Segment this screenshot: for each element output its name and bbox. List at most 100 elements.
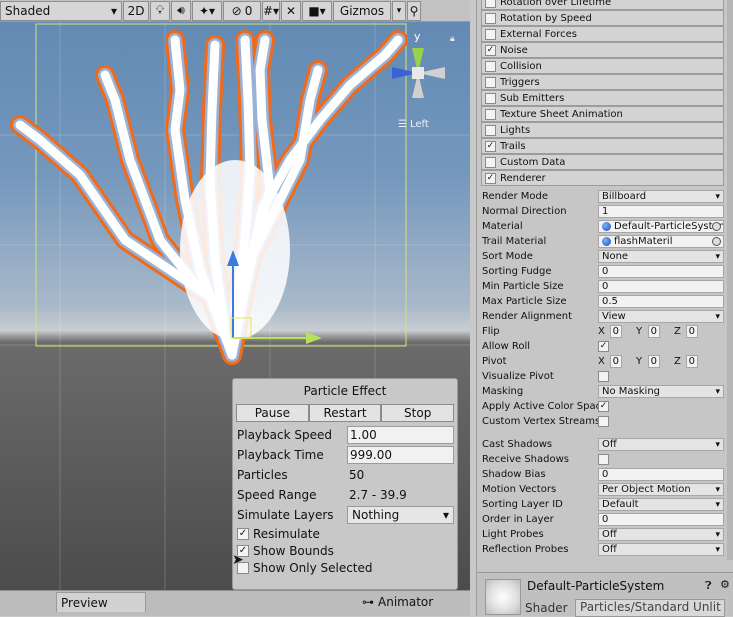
checkbox-unchecked[interactable] xyxy=(485,124,496,136)
checkbox-unchecked[interactable] xyxy=(485,60,496,72)
checkbox-unchecked[interactable] xyxy=(485,28,496,40)
custom-vertex-streams-checkbox[interactable] xyxy=(598,416,609,427)
toggle-2d-button[interactable]: 2D xyxy=(123,0,149,21)
module-label: Renderer xyxy=(500,172,546,184)
module-header[interactable]: ✓ Noise xyxy=(481,42,724,58)
reflection-probes-dropdown[interactable]: Off xyxy=(598,543,724,556)
custom-vertex-streams-label: Custom Vertex Streams xyxy=(482,416,601,427)
playback-time-input[interactable]: 999.00 xyxy=(347,446,454,464)
flip-y-input[interactable]: 0 xyxy=(648,325,660,338)
sorting-layer-id-dropdown[interactable]: Default xyxy=(598,498,724,511)
module-header[interactable]: ✓ Trails xyxy=(481,138,724,154)
render-mode-dropdown[interactable]: Billboard xyxy=(598,190,724,203)
module-header[interactable]: Collision xyxy=(481,58,724,74)
shading-mode-dropdown[interactable]: Shaded ▾ xyxy=(0,0,122,21)
playback-time-label: Playback Time xyxy=(237,448,324,462)
sorting-fudge-input[interactable]: 0 xyxy=(598,265,724,278)
trail-material-field[interactable]: flashMateril xyxy=(598,235,724,248)
flip-x-input[interactable]: 0 xyxy=(610,325,622,338)
module-label: Custom Data xyxy=(500,156,566,168)
restart-button[interactable]: Restart xyxy=(308,404,382,422)
module-header[interactable]: Lights xyxy=(481,122,724,138)
view-orientation-label[interactable]: ☰ Left xyxy=(398,116,432,130)
tab-preview[interactable]: Preview xyxy=(56,592,146,612)
masking-label: Masking xyxy=(482,386,524,397)
apply-active-color-space-label: Apply Active Color Spac xyxy=(482,401,602,412)
playback-speed-input[interactable]: 1.00 xyxy=(347,426,454,444)
min-particle-size-input[interactable]: 0 xyxy=(598,280,724,293)
cast-shadows-dropdown[interactable]: Off xyxy=(598,438,724,451)
audio-icon[interactable]: 🔊︎ xyxy=(171,0,191,21)
lighting-icon[interactable]: 💡︎ xyxy=(150,0,170,21)
pivot-y-input[interactable]: 0 xyxy=(648,355,660,368)
max-particle-size-input[interactable]: 0.5 xyxy=(598,295,724,308)
flip-z-input[interactable]: 0 xyxy=(686,325,698,338)
help-icon[interactable]: ❓︎ xyxy=(705,579,712,593)
order-in-layer-input[interactable]: 0 xyxy=(598,513,724,526)
hidden-objects-toggle[interactable]: ⊘ 0 xyxy=(223,0,261,21)
render-alignment-label: Render Alignment xyxy=(482,311,573,322)
effects-icon[interactable]: ✦▾ xyxy=(192,0,222,21)
module-header[interactable]: External Forces xyxy=(481,26,724,42)
module-label: External Forces xyxy=(500,28,577,40)
module-header[interactable]: Rotation by Speed xyxy=(481,10,724,26)
shader-dropdown[interactable]: Particles/Standard Unlit ▾ xyxy=(575,599,725,617)
camera-icon[interactable]: ■▾ xyxy=(302,0,332,21)
module-header[interactable]: Sub Emitters xyxy=(481,90,724,106)
render-alignment-dropdown[interactable]: View xyxy=(598,310,724,323)
animator-label: Animator xyxy=(378,595,434,609)
tools-icon[interactable]: ✕ xyxy=(281,0,301,21)
checkbox-unchecked[interactable] xyxy=(485,92,496,104)
checkbox-unchecked[interactable] xyxy=(485,0,496,8)
module-header[interactable]: Triggers xyxy=(481,74,724,90)
show-bounds-toggle[interactable]: ✓ Show Bounds xyxy=(237,542,334,560)
grid-icon[interactable]: #▾ xyxy=(262,0,280,21)
lock-icon[interactable]: 🔒︎ xyxy=(450,34,455,44)
tab-animator[interactable]: ⊶ Animator xyxy=(358,592,437,612)
pivot-x-input[interactable]: 0 xyxy=(610,355,622,368)
module-header[interactable]: ✓ Renderer xyxy=(481,170,724,186)
simulate-layers-dropdown[interactable]: Nothing ▾ xyxy=(347,506,454,524)
scene-view[interactable]: ☰ Left y 🔒︎ Shaded ▾ 2D 💡︎ 🔊︎ ✦▾ ⊘ 0 #▾ ✕ ■… xyxy=(0,0,470,590)
checkbox-unchecked[interactable] xyxy=(485,12,496,24)
module-label: Noise xyxy=(500,44,528,56)
search-icon[interactable]: ⚲ xyxy=(407,0,421,21)
motion-vectors-dropdown[interactable]: Per Object Motion xyxy=(598,483,724,496)
material-field[interactable]: Default-ParticleSystem xyxy=(598,220,724,233)
resimulate-toggle[interactable]: ✓ Resimulate xyxy=(237,525,320,543)
masking-dropdown[interactable]: No Masking xyxy=(598,385,724,398)
module-header[interactable]: Texture Sheet Animation xyxy=(481,106,724,122)
pivot-z-input[interactable]: 0 xyxy=(686,355,698,368)
visualize-pivot-checkbox[interactable] xyxy=(598,371,609,382)
allow-roll-checkbox[interactable]: ✓ xyxy=(598,341,609,352)
receive-shadows-checkbox[interactable] xyxy=(598,454,609,465)
checkbox-unchecked[interactable] xyxy=(485,76,496,88)
show-only-selected-toggle[interactable]: Show Only Selected xyxy=(237,559,373,577)
normal-direction-input[interactable]: 1 xyxy=(598,205,724,218)
material-name: Default-ParticleSystem xyxy=(527,579,665,593)
object-picker-icon[interactable] xyxy=(712,237,721,246)
module-header[interactable]: Rotation over Lifetime xyxy=(481,0,724,10)
show-bounds-label: Show Bounds xyxy=(253,544,334,558)
material-label: Material xyxy=(482,221,523,232)
module-label: Sub Emitters xyxy=(500,92,565,104)
min-particle-size-label: Min Particle Size xyxy=(482,281,564,292)
light-probes-dropdown[interactable]: Off xyxy=(598,528,724,541)
shadow-bias-input[interactable]: 0 xyxy=(598,468,724,481)
checkbox-checked[interactable]: ✓ xyxy=(237,528,249,540)
checkbox-unchecked[interactable] xyxy=(485,108,496,120)
chevron-down-icon[interactable]: ▾ xyxy=(392,0,406,21)
checkbox-checked[interactable]: ✓ xyxy=(485,172,496,184)
stop-button[interactable]: Stop xyxy=(381,404,455,422)
checkbox-unchecked[interactable] xyxy=(485,156,496,168)
module-header[interactable]: Custom Data xyxy=(481,154,724,170)
checkbox-checked[interactable]: ✓ xyxy=(485,140,496,152)
object-picker-icon[interactable] xyxy=(712,222,721,231)
checkbox-checked[interactable]: ✓ xyxy=(485,44,496,56)
gizmos-dropdown[interactable]: Gizmos xyxy=(333,0,391,21)
pause-button[interactable]: Pause xyxy=(236,404,309,422)
pivot-xyz: X0Y0Z0 xyxy=(598,355,698,368)
apply-active-color-space-checkbox[interactable]: ✓ xyxy=(598,401,609,412)
sort-mode-dropdown[interactable]: None xyxy=(598,250,724,263)
settings-icon[interactable]: ⚙ xyxy=(720,578,730,591)
